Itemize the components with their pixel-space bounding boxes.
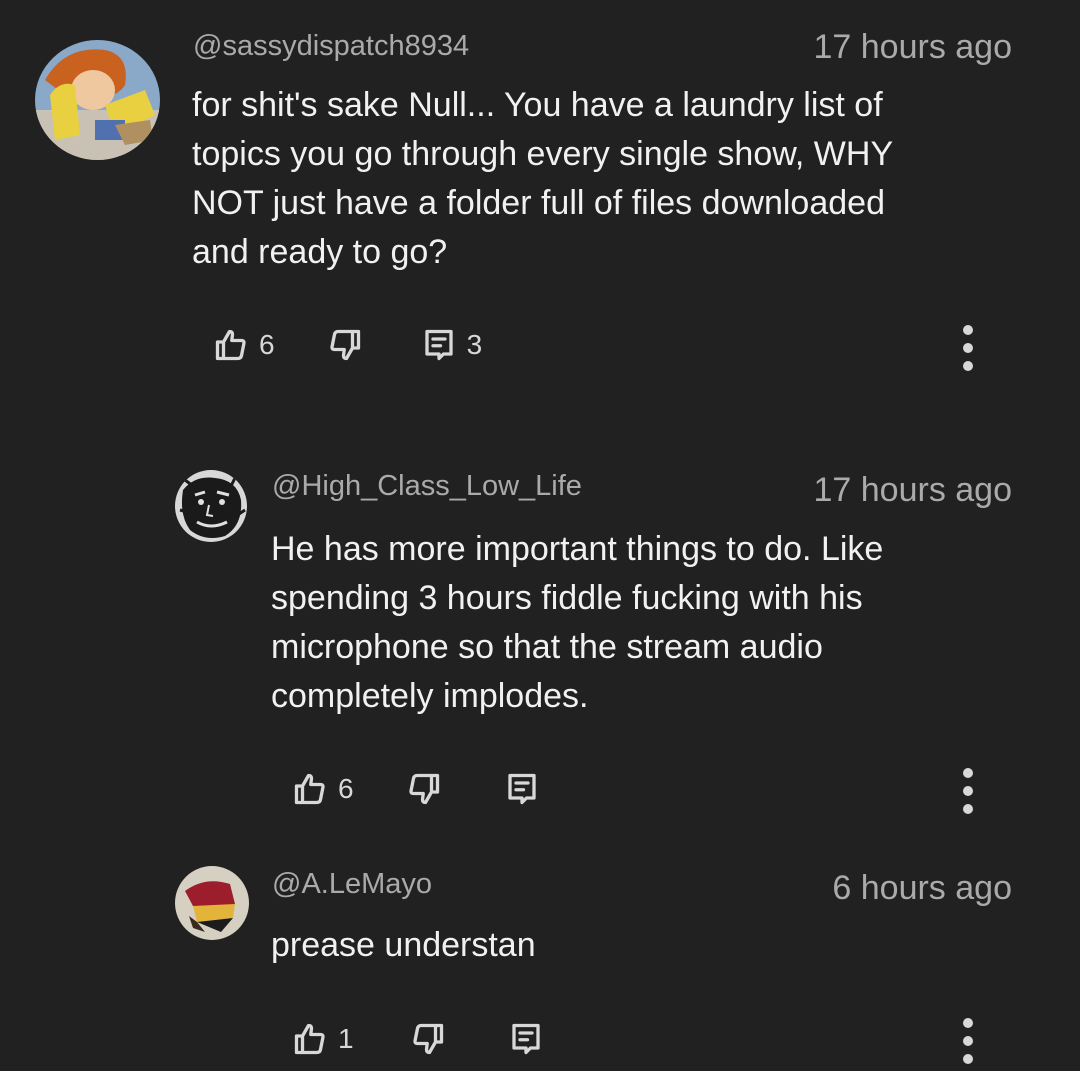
like-count: 1 [338, 1023, 354, 1054]
comment-actions: 1 [292, 1019, 544, 1059]
thumbs-up-icon [294, 1023, 325, 1055]
comment-timestamp: 17 hours ago [813, 471, 1013, 509]
reply-button[interactable] [504, 771, 540, 807]
comment-author[interactable]: @High_Class_Low_Life [272, 470, 582, 503]
comment-text-line: NOT just have a folder full of files dow… [192, 184, 885, 222]
like-button[interactable]: 6 [213, 327, 275, 363]
thumbs-down-icon [412, 1023, 443, 1055]
comment-timestamp: 17 hours ago [813, 28, 1013, 66]
comment-text-line: completely implodes. [271, 677, 589, 715]
dislike-button[interactable] [327, 327, 363, 363]
thumbs-down-icon [329, 329, 360, 361]
comment-author[interactable]: @A.LeMayo [272, 868, 432, 901]
reply-comment-icon [424, 329, 453, 361]
comment-text-line: microphone so that the stream audio [271, 628, 823, 666]
thumbs-down-icon [408, 773, 439, 805]
comment-text-line: for shit's sake Null... You have a laund… [192, 86, 883, 124]
reply-comment-icon [507, 773, 536, 805]
avatar[interactable] [175, 866, 249, 940]
comment-text-line: topics you go through every single show,… [192, 135, 894, 173]
like-button[interactable]: 1 [292, 1021, 354, 1057]
dislike-button[interactable] [410, 1021, 446, 1057]
thumbs-up-icon [215, 329, 246, 361]
reply-button[interactable] [508, 1021, 544, 1057]
comment-actions: 6 [292, 769, 540, 809]
avatar[interactable] [175, 470, 247, 542]
comment-actions: 6 3 [213, 325, 482, 365]
reply-count: 3 [466, 329, 483, 360]
more-vertical-icon[interactable] [962, 325, 974, 371]
avatar[interactable] [35, 40, 160, 160]
comment-text-line: prease understan [271, 926, 536, 964]
comment-text-line: He has more important things to do. Like [271, 530, 884, 568]
reply-comment-icon [511, 1023, 540, 1055]
comment-text: for shit's sake Null... You have a laund… [192, 81, 1022, 277]
dislike-button[interactable] [406, 771, 442, 807]
reply-button[interactable]: 3 [421, 327, 483, 363]
comment-timestamp: 6 hours ago [832, 869, 1012, 907]
like-count: 6 [338, 773, 354, 804]
thumbs-up-icon [294, 773, 325, 805]
face-sketch-avatar-icon [175, 470, 247, 542]
abstract-shape-avatar-icon [175, 866, 249, 940]
more-vertical-icon[interactable] [962, 768, 974, 814]
comment-text: prease understan [271, 921, 1031, 970]
like-button[interactable]: 6 [292, 771, 354, 807]
comment-text: He has more important things to do. Like… [271, 525, 1031, 721]
comment-author[interactable]: @sassydispatch8934 [193, 30, 469, 63]
like-count: 6 [259, 329, 275, 360]
comment-text-line: and ready to go? [192, 233, 448, 271]
anime-character-avatar-icon [35, 40, 160, 160]
more-vertical-icon[interactable] [962, 1018, 974, 1064]
comment-text-line: spending 3 hours fiddle fucking with his [271, 579, 863, 617]
